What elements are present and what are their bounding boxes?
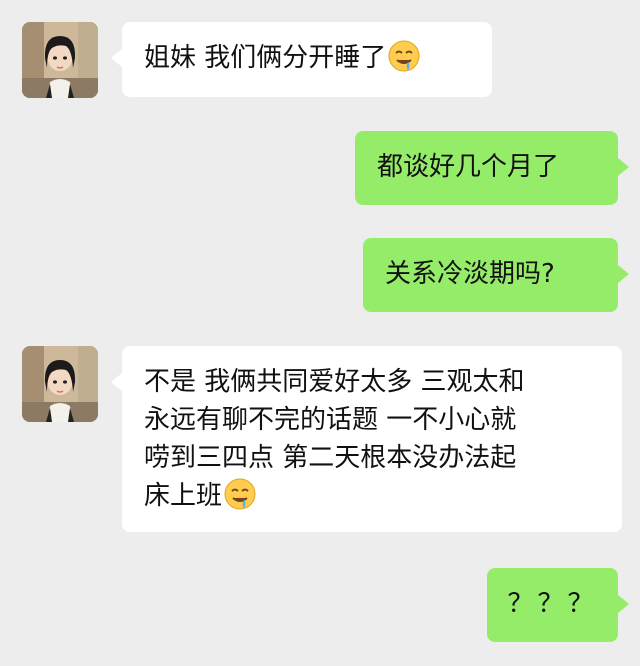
message-text: 不是 我俩共同爱好太多 三观太和 永远有聊不完的话题 一不小心就 唠到三四点 第… xyxy=(144,367,525,511)
contact-avatar[interactable] xyxy=(22,346,98,422)
message-text: 姐妹 我们俩分开睡了 xyxy=(144,43,387,73)
message-text: 都谈好几个月了 xyxy=(377,152,560,182)
avatar-girl-portrait xyxy=(22,22,98,98)
contact-avatar[interactable] xyxy=(22,22,98,98)
drooling-face-icon xyxy=(224,478,256,510)
message-bubble-incoming[interactable]: 姐妹 我们俩分开睡了 xyxy=(111,22,492,97)
drooling-face-icon xyxy=(388,40,420,72)
avatar-girl-portrait xyxy=(22,346,98,422)
message-bubble-incoming[interactable]: 不是 我俩共同爱好太多 三观太和 永远有聊不完的话题 一不小心就 唠到三四点 第… xyxy=(111,346,622,532)
message-text: ？？？ xyxy=(507,589,598,619)
message-text: 关系冷淡期吗? xyxy=(385,259,555,289)
message-bubble-outgoing[interactable]: ？？？ xyxy=(487,568,629,642)
message-bubble-outgoing[interactable]: 都谈好几个月了 xyxy=(355,131,629,205)
message-bubble-outgoing[interactable]: 关系冷淡期吗? xyxy=(363,238,629,312)
